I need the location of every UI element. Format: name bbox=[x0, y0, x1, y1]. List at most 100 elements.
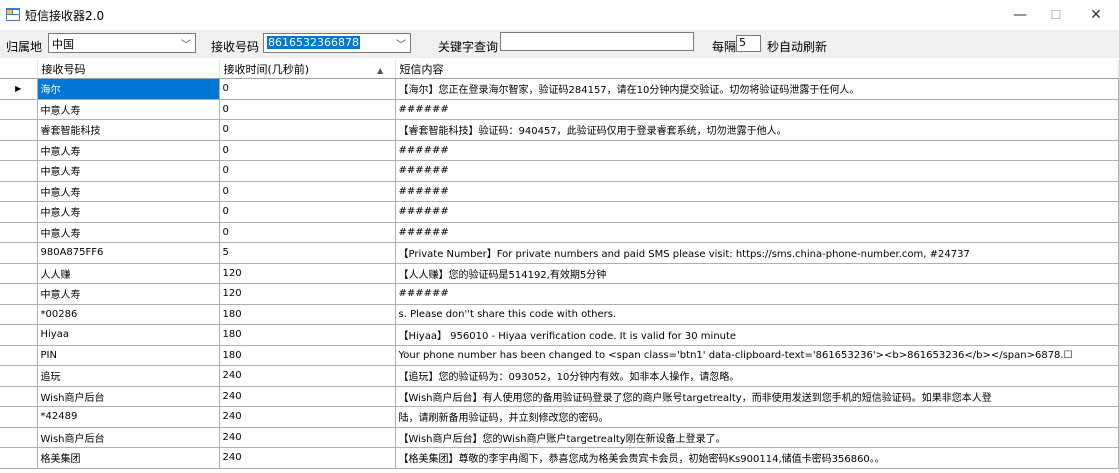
table-row[interactable]: 中意人寿 0 ###### bbox=[0, 201, 1119, 223]
cell-number[interactable]: 中意人寿 bbox=[37, 160, 220, 182]
cell-time[interactable]: 0 bbox=[219, 119, 396, 141]
table-row[interactable]: 中意人寿 0 ###### bbox=[0, 222, 1119, 243]
cell-content[interactable]: ###### bbox=[395, 99, 1119, 120]
row-header[interactable]: ▶ bbox=[0, 78, 38, 100]
column-header-number[interactable]: 接收号码 bbox=[37, 60, 220, 79]
row-header[interactable] bbox=[0, 181, 38, 202]
table-row[interactable]: 睿套智能科技 0 【睿套智能科技】验证码：940457，此验证码仅用于登录睿套系统，… bbox=[0, 119, 1119, 141]
interval-input[interactable]: 5 bbox=[736, 35, 761, 52]
cell-number[interactable]: 中意人寿 bbox=[37, 222, 220, 243]
cell-content[interactable]: ###### bbox=[395, 181, 1119, 202]
column-header-content[interactable]: 短信内容 bbox=[395, 60, 1119, 79]
row-header[interactable] bbox=[0, 222, 38, 243]
keyword-input[interactable] bbox=[500, 32, 694, 51]
cell-number[interactable]: 海尔 bbox=[37, 78, 220, 100]
cell-time[interactable]: 0 bbox=[219, 140, 396, 161]
table-row[interactable]: 中意人寿 0 ###### bbox=[0, 181, 1119, 202]
cell-content[interactable]: 【追玩】您的验证码为：093052，10分钟内有效。如非本人操作，请忽略。 bbox=[395, 365, 1119, 387]
cell-content[interactable]: ###### bbox=[395, 201, 1119, 223]
table-row[interactable]: 格美集团 240 【格美集团】尊敬的李宇冉阁下，恭喜您成为格美会贵宾卡会员，初始密码… bbox=[0, 447, 1119, 469]
table-row[interactable]: 中意人寿 0 ###### bbox=[0, 160, 1119, 182]
cell-time[interactable]: 240 bbox=[219, 427, 396, 448]
cell-content[interactable]: 【Hiyaa】 956010 - Hiyaa verification code… bbox=[395, 324, 1119, 346]
number-select[interactable]: 8616532366878 ﹀ bbox=[263, 33, 411, 53]
cell-content[interactable]: Your phone number has been changed to <s… bbox=[395, 345, 1119, 366]
table-row[interactable]: 追玩 240 【追玩】您的验证码为：093052，10分钟内有效。如非本人操作，请忽… bbox=[0, 365, 1119, 387]
table-row[interactable]: 中意人寿 120 ###### bbox=[0, 283, 1119, 305]
cell-time[interactable]: 5 bbox=[219, 242, 396, 264]
table-row[interactable]: 中意人寿 0 ###### bbox=[0, 99, 1119, 120]
cell-number[interactable]: Wish商户后台 bbox=[37, 386, 220, 407]
table-row[interactable]: PIN 180 Your phone number has been changed… bbox=[0, 345, 1119, 366]
table-row[interactable]: ▶ 海尔 0 【海尔】您正在登录海尔智家，验证码284157，请在10分钟内提交验证。… bbox=[0, 78, 1119, 100]
cell-content[interactable]: s. Please don''t share this code with ot… bbox=[395, 304, 1119, 325]
cell-time[interactable]: 240 bbox=[219, 406, 396, 428]
table-row[interactable]: 人人赚 120 【人人赚】您的验证码是514192,有效期5分钟 bbox=[0, 263, 1119, 284]
table-row[interactable]: *00286 180 s. Please don''t share this cod… bbox=[0, 304, 1119, 325]
row-header[interactable] bbox=[0, 304, 38, 325]
table-row[interactable]: 中意人寿 0 ###### bbox=[0, 140, 1119, 161]
cell-number[interactable]: 中意人寿 bbox=[37, 201, 220, 223]
cell-number[interactable]: 中意人寿 bbox=[37, 140, 220, 161]
row-header[interactable] bbox=[0, 283, 38, 305]
cell-number[interactable]: PIN bbox=[37, 345, 220, 366]
table-row[interactable]: Wish商户后台 240 【Wish商户后台】您的Wish商户账户targetrea… bbox=[0, 427, 1119, 448]
cell-time[interactable]: 180 bbox=[219, 345, 396, 366]
table-row[interactable]: *42489 240 陆，请刷新备用验证码，并立刻修改您的密码。 bbox=[0, 406, 1119, 428]
row-header[interactable] bbox=[0, 406, 38, 428]
cell-number[interactable]: Hiyaa bbox=[37, 324, 220, 346]
cell-content[interactable]: 【Wish商户后台】您的Wish商户账户targetrealty刚在新设备上登录… bbox=[395, 427, 1119, 448]
cell-number[interactable]: 追玩 bbox=[37, 365, 220, 387]
cell-time[interactable]: 240 bbox=[219, 365, 396, 387]
row-header[interactable] bbox=[0, 99, 38, 120]
cell-number[interactable]: 睿套智能科技 bbox=[37, 119, 220, 141]
region-select[interactable]: 中国 ﹀ bbox=[48, 33, 196, 53]
close-button[interactable]: ✕ bbox=[1073, 0, 1119, 30]
cell-time[interactable]: 240 bbox=[219, 447, 396, 469]
cell-number[interactable]: Wish商户后台 bbox=[37, 427, 220, 448]
cell-number[interactable]: 980A875FF6 bbox=[37, 242, 220, 264]
cell-content[interactable]: 【Wish商户后台】有人使用您的备用验证码登录了您的商户账号targetreal… bbox=[395, 386, 1119, 407]
cell-time[interactable]: 0 bbox=[219, 222, 396, 243]
cell-number[interactable]: *00286 bbox=[37, 304, 220, 325]
row-header[interactable] bbox=[0, 160, 38, 182]
table-row[interactable]: 980A875FF6 5 【Private Number】For private n… bbox=[0, 242, 1119, 264]
cell-time[interactable]: 0 bbox=[219, 181, 396, 202]
row-header[interactable] bbox=[0, 386, 38, 407]
row-header[interactable] bbox=[0, 242, 38, 264]
cell-content[interactable]: 【睿套智能科技】验证码：940457，此验证码仅用于登录睿套系统，切勿泄露于他人… bbox=[395, 119, 1119, 141]
cell-time[interactable]: 0 bbox=[219, 160, 396, 182]
row-header[interactable] bbox=[0, 140, 38, 161]
cell-number[interactable]: 中意人寿 bbox=[37, 181, 220, 202]
column-header-time[interactable]: 接收时间(几秒前) ▲ bbox=[219, 60, 396, 79]
cell-content[interactable]: 【海尔】您正在登录海尔智家，验证码284157，请在10分钟内提交验证。切勿将验… bbox=[395, 78, 1119, 100]
row-header[interactable] bbox=[0, 447, 38, 469]
cell-time[interactable]: 180 bbox=[219, 324, 396, 346]
table-row[interactable]: Hiyaa 180 【Hiyaa】 956010 - Hiyaa verificat… bbox=[0, 324, 1119, 346]
row-header[interactable] bbox=[0, 201, 38, 223]
row-header[interactable] bbox=[0, 119, 38, 141]
cell-number[interactable]: *42489 bbox=[37, 406, 220, 428]
cell-time[interactable]: 0 bbox=[219, 201, 396, 223]
cell-content[interactable]: 【格美集团】尊敬的李宇冉阁下，恭喜您成为格美会贵宾卡会员，初始密码Ks90011… bbox=[395, 447, 1119, 469]
cell-number[interactable]: 人人赚 bbox=[37, 263, 220, 284]
cell-content[interactable]: ###### bbox=[395, 222, 1119, 243]
cell-time[interactable]: 120 bbox=[219, 263, 396, 284]
cell-content[interactable]: 【人人赚】您的验证码是514192,有效期5分钟 bbox=[395, 263, 1119, 284]
cell-time[interactable]: 180 bbox=[219, 304, 396, 325]
cell-content[interactable]: ###### bbox=[395, 160, 1119, 182]
cell-content[interactable]: 陆，请刷新备用验证码，并立刻修改您的密码。 bbox=[395, 406, 1119, 428]
row-header[interactable] bbox=[0, 345, 38, 366]
cell-time[interactable]: 0 bbox=[219, 99, 396, 120]
cell-time[interactable]: 0 bbox=[219, 78, 396, 100]
cell-number[interactable]: 中意人寿 bbox=[37, 99, 220, 120]
cell-content[interactable]: ###### bbox=[395, 283, 1119, 305]
cell-content[interactable]: 【Private Number】For private numbers and … bbox=[395, 242, 1119, 264]
cell-number[interactable]: 中意人寿 bbox=[37, 283, 220, 305]
table-row[interactable]: Wish商户后台 240 【Wish商户后台】有人使用您的备用验证码登录了您的商户账… bbox=[0, 386, 1119, 407]
sms-grid[interactable]: 接收号码 接收时间(几秒前) ▲ 短信内容 ▶ 海尔 0 【海尔】您正在登录海尔智家，验… bbox=[0, 60, 1119, 473]
cell-time[interactable]: 120 bbox=[219, 283, 396, 305]
cell-number[interactable]: 格美集团 bbox=[37, 447, 220, 469]
row-header[interactable] bbox=[0, 263, 38, 284]
cell-content[interactable]: ###### bbox=[395, 140, 1119, 161]
